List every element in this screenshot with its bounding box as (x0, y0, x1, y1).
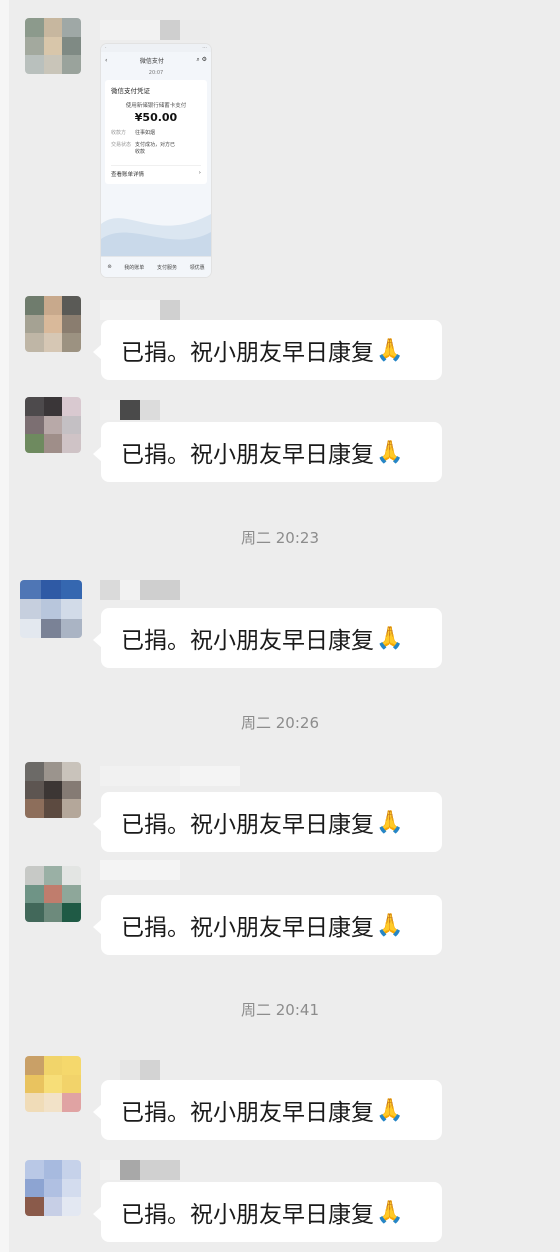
receipt-payee-row: 收款方 往事如烟 (111, 129, 201, 136)
message-text: 已捐。祝小朋友早日康复 (121, 1202, 374, 1228)
pray-emoji: 🙏 (376, 912, 404, 938)
receipt-time: 20:07 (148, 70, 164, 76)
message-text: 已捐。祝小朋友早日康复 (121, 442, 374, 468)
pray-emoji: 🙏 (376, 439, 404, 465)
sender-name (100, 300, 200, 320)
timestamp: 周二 20:23 (241, 529, 319, 547)
message-text: 已捐。祝小朋友早日康复 (121, 915, 374, 941)
timestamp: 周二 20:41 (241, 1001, 319, 1019)
receipt-menu-icon: ⊜ (107, 264, 112, 270)
receipt-bottom-tabs: ⊜ 我的账单 支付服务 领优惠 (101, 256, 211, 277)
pray-emoji: 🙏 (376, 1097, 404, 1123)
avatar[interactable] (20, 580, 82, 638)
message-bubble[interactable]: 已捐。祝小朋友早日康复 🙏 (93, 608, 442, 668)
receipt-nav: ‹ 微信支付 ⌕ ⚙ (101, 52, 211, 68)
pray-emoji: 🙏 (376, 625, 404, 651)
message-text: 已捐。祝小朋友早日康复 (121, 812, 374, 838)
message-bubble[interactable]: 已捐。祝小朋友早日康复 🙏 (93, 320, 442, 380)
avatar[interactable] (25, 1160, 81, 1216)
message-bubble[interactable]: 已捐。祝小朋友早日康复 🙏 (93, 422, 442, 482)
message-bubble[interactable]: 已捐。祝小朋友早日康复 🙏 (93, 792, 442, 852)
receipt-detail-label: 查看账单详情 (111, 172, 145, 178)
sender-name (100, 20, 210, 40)
avatar[interactable] (25, 866, 81, 922)
message-text: 已捐。祝小朋友早日康复 (121, 628, 374, 654)
timestamp: 周二 20:26 (241, 714, 319, 732)
receipt-amount: ¥50.00 (134, 111, 178, 124)
sender-name (100, 1160, 180, 1180)
back-icon: ‹ (105, 56, 108, 64)
message-bubble[interactable]: 已捐。祝小朋友早日康复 🙏 (93, 1182, 442, 1242)
receipt-status-value: 支付成功，对方已收款 (135, 142, 176, 155)
message-text: 已捐。祝小朋友早日康复 (121, 340, 374, 366)
search-icon: ⌕ ⚙ (196, 56, 207, 63)
message-text: 已捐。祝小朋友早日康复 (121, 1100, 374, 1126)
receipt-card-title: 微信支付凭证 (111, 87, 150, 95)
sender-name (100, 1060, 160, 1080)
avatar[interactable] (25, 18, 81, 74)
left-edge (0, 0, 9, 1252)
receipt-status-bar: · ··· (101, 44, 211, 52)
avatar[interactable] (25, 1056, 81, 1112)
pray-emoji: 🙏 (376, 809, 404, 835)
pray-emoji: 🙏 (376, 337, 404, 363)
receipt-tab-offers: 领优惠 (189, 264, 205, 271)
receipt-nav-title: 微信支付 (139, 57, 164, 65)
sender-name (100, 580, 180, 600)
receipt-payee-value: 往事如烟 (135, 130, 156, 136)
sender-name (100, 400, 160, 420)
avatar[interactable] (25, 296, 81, 352)
receipt-card: 微信支付凭证 使用新储银行储蓄卡支付 ¥50.00 收款方 往事如烟 交易状态 … (105, 80, 207, 184)
payment-receipt-image[interactable]: · ··· ‹ 微信支付 ⌕ ⚙ 20:07 微信支付凭证 使用新储银行储蓄卡支付… (101, 44, 211, 277)
receipt-payee-label: 收款方 (111, 130, 127, 136)
message-bubble[interactable]: 已捐。祝小朋友早日康复 🙏 (93, 895, 442, 955)
chevron-right-icon: › (198, 170, 201, 176)
receipt-detail-link: 查看账单详情 › (111, 165, 201, 178)
receipt-status-label: 交易状态 (111, 142, 132, 148)
receipt-tab-bills: 我的账单 (124, 264, 145, 271)
receipt-status-row: 交易状态 支付成功，对方已收款 (111, 141, 201, 155)
message-bubble[interactable]: 已捐。祝小朋友早日康复 🙏 (93, 1080, 442, 1140)
sender-name (100, 860, 180, 880)
sender-name (100, 766, 240, 786)
avatar[interactable] (25, 397, 81, 453)
receipt-wave-decoration (101, 214, 211, 256)
avatar[interactable] (25, 762, 81, 818)
receipt-desc: 使用新储银行储蓄卡支付 (125, 103, 187, 109)
receipt-tab-services: 支付服务 (156, 264, 177, 271)
pray-emoji: 🙏 (376, 1199, 404, 1225)
